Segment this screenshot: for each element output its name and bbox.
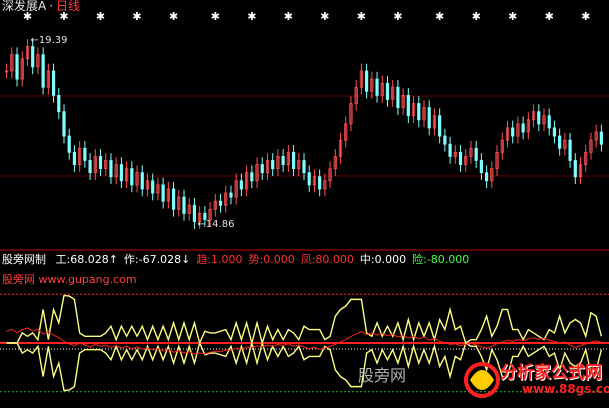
signal-marker: ✱ [169, 10, 178, 23]
signal-marker: ✱ [393, 10, 402, 23]
overlay-watermark: 股旁网 [358, 366, 407, 385]
candle-body [239, 180, 243, 190]
candle-body [161, 184, 165, 202]
candle-body [140, 172, 144, 190]
signal-marker: ✱ [284, 10, 293, 23]
candle-body [67, 135, 71, 153]
candle-body [130, 168, 134, 186]
candle-body [458, 151, 463, 165]
candle-body [385, 82, 390, 100]
chart-stage: ✱ ✱ ✱ ✱ ✱ ✱ ✱ ✱ ✱ ✱ ✱ ✱ ✱ ✱ ✱ ✱ ←19.39 ←14.86 深发展A · 日线 股旁… [0, 0, 609, 408]
candle-body [375, 78, 379, 96]
candle-body [485, 172, 489, 182]
candle-body [599, 131, 603, 145]
signal-marker: ✱ [211, 10, 220, 23]
signal-marker: ✱ [247, 10, 256, 23]
candle-body [281, 156, 285, 165]
candle-body [443, 135, 447, 145]
work-curve-upper [6, 294, 603, 346]
candle-body [396, 86, 400, 108]
candle-body [427, 107, 431, 129]
candle-body [511, 127, 515, 137]
candle-body [318, 176, 322, 190]
candle-body [291, 151, 296, 170]
site-watermark: 股旁网 www.gupang.com [2, 273, 137, 286]
brand-title: 分析家公式网 [500, 363, 602, 383]
candle-body [218, 200, 223, 206]
candle-body [302, 160, 306, 174]
candle-body [448, 143, 452, 157]
indicator-item: 凤:80.000 [300, 253, 354, 266]
indicator-item: 趋:1.000 [196, 253, 243, 266]
signal-marker: ✱ [545, 10, 554, 23]
signal-marker: ✱ [320, 10, 329, 23]
period-label: 日线 [56, 0, 81, 13]
candle-body [57, 94, 61, 113]
signal-marker: ✱ [435, 10, 444, 23]
candle-body [568, 139, 572, 161]
signal-marker: ✱ [508, 10, 517, 23]
candle-body [41, 54, 45, 88]
candle-body [552, 127, 557, 137]
candle-body [72, 151, 77, 165]
signal-marker: ✱ [96, 10, 105, 23]
candle-body [98, 156, 103, 170]
chart-canvas: ✱ ✱ ✱ ✱ ✱ ✱ ✱ ✱ ✱ ✱ ✱ ✱ ✱ ✱ ✱ ✱ ←19.39←14.86 [0, 10, 609, 393]
indicator-item: 作:-67.028↓ [123, 253, 191, 266]
candle-body [573, 160, 577, 178]
candle-body [417, 103, 421, 121]
candle-body [558, 135, 562, 149]
candle-body [51, 70, 56, 96]
candle-body [151, 180, 155, 194]
candle-body [31, 46, 35, 68]
candle-body [119, 164, 123, 182]
candlestick-series [5, 39, 603, 229]
price-annotation: ←19.39 [30, 35, 67, 46]
brand-url: www.88gs.com [522, 382, 609, 396]
signal-marker: ✱ [132, 10, 141, 23]
candle-body [171, 188, 176, 210]
candle-body [88, 160, 92, 174]
signal-marker: ✱ [581, 10, 590, 23]
candle-body [62, 111, 66, 137]
candle-body [406, 94, 410, 117]
candle-body [83, 147, 87, 161]
candle-body [474, 147, 478, 161]
candle-body [271, 160, 275, 170]
candle-body [182, 196, 186, 214]
candle-body [521, 123, 525, 133]
candle-body [365, 70, 369, 92]
candle-body [547, 115, 551, 129]
chart-title: 深发展A · 日线 [2, 0, 81, 13]
price-annotations: ←19.39 ←14.86 [30, 35, 234, 230]
candle-body [479, 160, 483, 174]
candle-body [250, 172, 254, 182]
indicator-item: 险:-80.000 [412, 253, 470, 266]
candle-body [438, 115, 442, 137]
indicator-name: 股旁网制 [2, 253, 46, 266]
candle-body [307, 172, 311, 186]
candle-body [109, 160, 113, 178]
signal-marker: ✱ [357, 10, 366, 23]
indicator-item: 势:0.000 [248, 253, 295, 266]
signal-markers: ✱ ✱ ✱ ✱ ✱ ✱ ✱ ✱ ✱ ✱ ✱ ✱ ✱ ✱ ✱ ✱ [23, 10, 590, 23]
candle-body [229, 192, 233, 198]
candle-body [260, 164, 264, 174]
stock-name: 深发展A [2, 0, 47, 13]
indicator-legend: 股旁网制 工:68.028↑ 作:-67.028↓ 趋:1.000 势:0.000 凤:… [2, 254, 481, 266]
candle-body [15, 54, 19, 80]
indicator-item: 工:68.028↑ [55, 253, 118, 266]
signal-marker: ✱ [472, 10, 481, 23]
indicator-item: 中:0.000 [359, 253, 407, 266]
candle-body [192, 204, 197, 222]
price-annotation: ←14.86 [197, 219, 234, 230]
candle-body [537, 111, 541, 125]
